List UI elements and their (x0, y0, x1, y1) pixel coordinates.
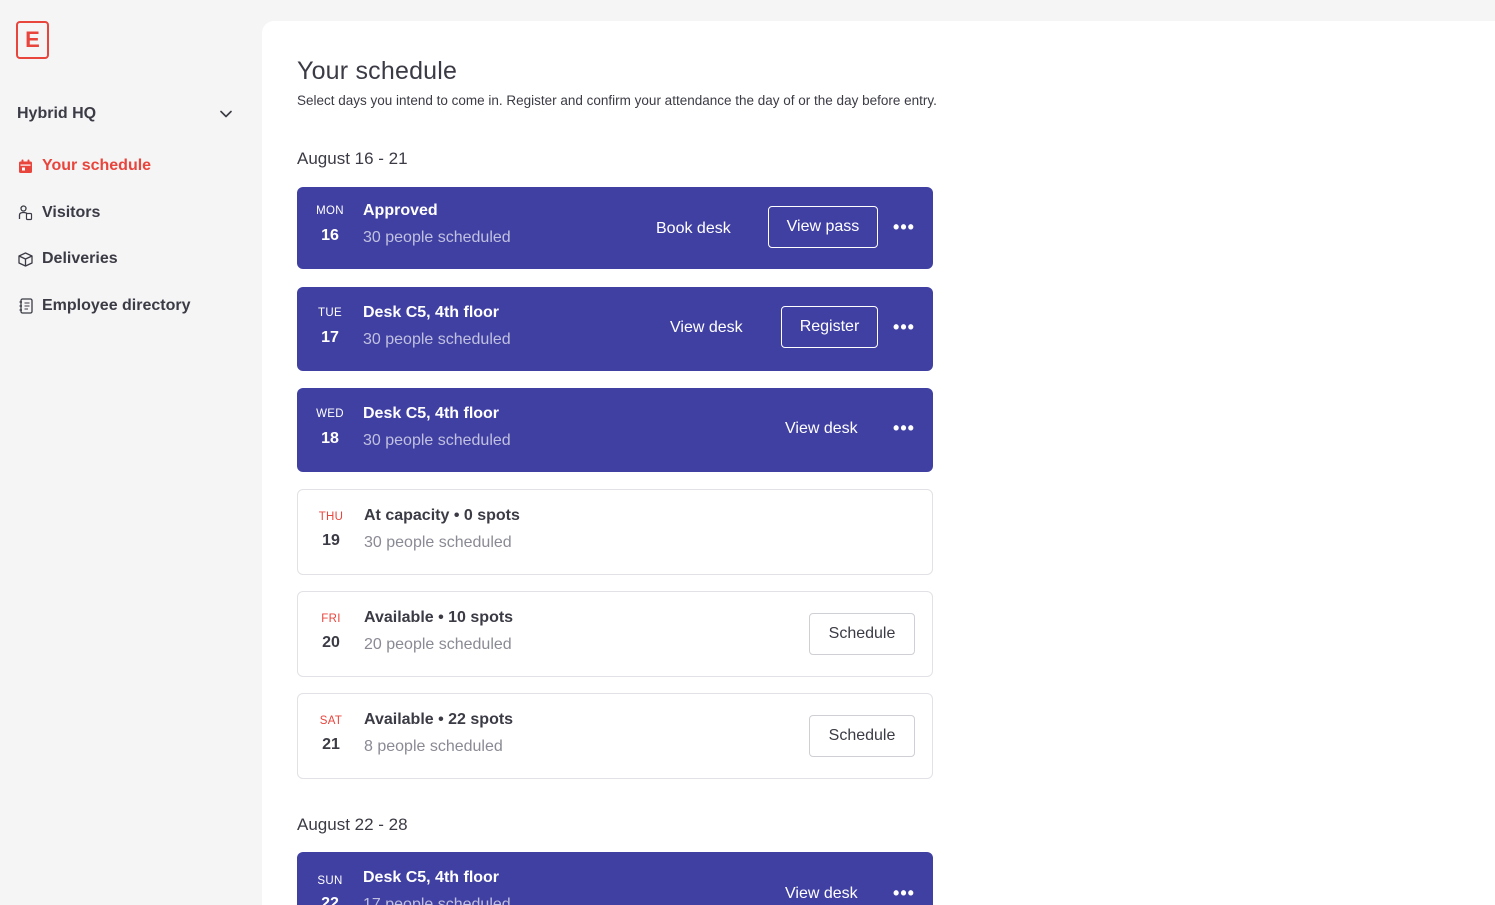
visitor-icon (17, 204, 34, 221)
day-status: Desk C5, 4th floor (363, 304, 500, 321)
day-card-tue-17[interactable]: TUE 17 Desk C5, 4th floor 30 people sche… (297, 287, 933, 371)
sidebar-nav: Your schedule Visitors Deliveries Employ… (17, 154, 247, 340)
sidebar: E Hybrid HQ Your schedule Visitors Deliv… (0, 0, 262, 905)
day-card-thu-19: THU 19 At capacity • 0 spots 30 people s… (297, 489, 933, 575)
day-number: 21 (322, 736, 340, 753)
sidebar-item-visitors[interactable]: Visitors (17, 201, 247, 225)
people-scheduled: 17 people scheduled (363, 896, 511, 905)
view-pass-button[interactable]: View pass (768, 206, 878, 248)
week-label: August 16 - 21 (297, 149, 408, 168)
page-title: Your schedule (297, 57, 458, 85)
day-of-week: SAT (319, 715, 343, 727)
day-card-mon-16[interactable]: MON 16 Approved 30 people scheduled Book… (297, 187, 933, 269)
day-card-wed-18[interactable]: WED 18 Desk C5, 4th floor 30 people sche… (297, 388, 933, 472)
package-icon (17, 251, 34, 268)
day-of-week: SUN (317, 875, 343, 887)
day-status: Approved (363, 202, 438, 219)
day-of-week: FRI (321, 613, 341, 625)
view-desk-button[interactable]: View desk (785, 420, 858, 438)
day-number: 18 (321, 430, 339, 447)
people-scheduled: 30 people scheduled (364, 534, 512, 551)
sidebar-item-your-schedule[interactable]: Your schedule (17, 154, 247, 178)
directory-icon (17, 297, 34, 314)
calendar-icon (17, 158, 34, 175)
sidebar-item-employee-directory[interactable]: Employee directory (17, 294, 247, 318)
day-status: Desk C5, 4th floor (363, 405, 500, 422)
day-card-fri-20: FRI 20 Available • 10 spots 20 people sc… (297, 591, 933, 677)
day-status: Desk C5, 4th floor (363, 869, 500, 886)
workspace-selector[interactable]: Hybrid HQ (17, 102, 232, 126)
day-status: At capacity • 0 spots (364, 507, 520, 524)
day-number: 19 (322, 532, 340, 549)
day-number: 17 (321, 329, 339, 346)
day-of-week: MON (316, 205, 344, 217)
schedule-button[interactable]: Schedule (809, 613, 915, 655)
more-options-icon[interactable]: ••• (892, 317, 916, 337)
logo[interactable]: E (16, 21, 49, 59)
day-card-sat-21: SAT 21 Available • 22 spots 8 people sch… (297, 693, 933, 779)
people-scheduled: 30 people scheduled (363, 229, 511, 246)
sidebar-item-label: Your schedule (42, 157, 152, 174)
workspace-name: Hybrid HQ (17, 105, 97, 122)
more-options-icon[interactable]: ••• (892, 217, 916, 237)
more-options-icon[interactable]: ••• (892, 883, 916, 903)
sidebar-item-label: Deliveries (42, 250, 118, 267)
day-of-week: WED (316, 408, 344, 420)
day-status: Available • 10 spots (364, 609, 514, 626)
schedule-button[interactable]: Schedule (809, 715, 915, 757)
sidebar-item-label: Visitors (42, 203, 101, 221)
register-button[interactable]: Register (781, 306, 878, 348)
chevron-down-icon (220, 108, 232, 120)
week-label: August 22 - 28 (297, 815, 408, 834)
main-panel: Your schedule Select days you intend to … (262, 21, 1495, 905)
more-options-icon[interactable]: ••• (892, 418, 916, 438)
day-number: 22 (321, 895, 339, 905)
people-scheduled: 30 people scheduled (363, 432, 511, 449)
day-number: 20 (322, 634, 340, 651)
book-desk-button[interactable]: Book desk (656, 220, 731, 238)
day-number: 16 (321, 227, 339, 244)
logo-letter: E (25, 27, 40, 52)
people-scheduled: 20 people scheduled (364, 636, 512, 653)
day-of-week: TUE (318, 307, 342, 319)
day-of-week: THU (318, 511, 344, 523)
page-subtitle: Select days you intend to come in. Regis… (297, 93, 937, 108)
view-desk-button[interactable]: View desk (785, 885, 858, 903)
day-card-sun-22[interactable]: SUN 22 Desk C5, 4th floor 17 people sche… (297, 852, 933, 905)
sidebar-item-label: Employee directory (42, 296, 191, 314)
people-scheduled: 30 people scheduled (363, 331, 511, 348)
day-status: Available • 22 spots (364, 711, 514, 728)
sidebar-item-deliveries[interactable]: Deliveries (17, 247, 247, 271)
view-desk-button[interactable]: View desk (670, 319, 743, 337)
people-scheduled: 8 people scheduled (364, 738, 503, 755)
